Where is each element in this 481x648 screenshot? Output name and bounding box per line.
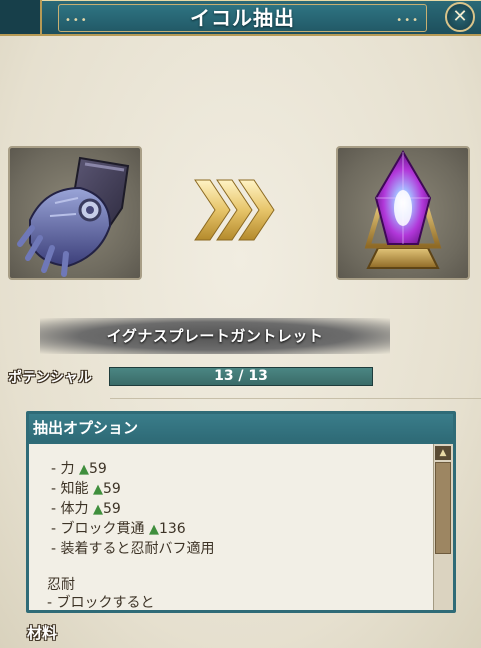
- option-line: - ブロック貫通 ▲136: [51, 521, 186, 537]
- option-line: - 知能 ▲59: [51, 481, 121, 497]
- potential-bar: 13 / 13: [109, 367, 373, 386]
- title-left-ornament: [0, 0, 42, 34]
- bonus-up-icon: ▲: [92, 482, 103, 497]
- gauntlet-icon: [17, 156, 130, 277]
- scroll-thumb[interactable]: [435, 462, 451, 554]
- close-icon: ✕: [452, 6, 468, 27]
- options-panel-header: 抽出オプション: [29, 414, 453, 442]
- potential-value: 13 / 13: [214, 368, 268, 384]
- target-item-slot[interactable]: [336, 146, 470, 280]
- options-scrollbar[interactable]: ▲: [433, 444, 453, 610]
- close-button[interactable]: ✕: [445, 2, 475, 32]
- title-right-dots: •••: [396, 15, 420, 26]
- bonus-up-icon: ▲: [148, 522, 159, 537]
- divider: [110, 398, 481, 399]
- item-name-ribbon: イグナスプレートガントレット: [40, 318, 390, 354]
- page-title: イコル抽出: [190, 6, 295, 30]
- icor-crystal-icon: [364, 150, 442, 269]
- option-line: - 体力 ▲59: [51, 501, 121, 517]
- options-panel: 抽出オプション - 力 ▲59 - 知能 ▲59 - 体力 ▲59 - ブロック…: [26, 411, 456, 613]
- item-name: イグナスプレートガントレット: [106, 327, 324, 345]
- options-list: - 力 ▲59 - 知能 ▲59 - 体力 ▲59 - ブロック貫通 ▲136 …: [29, 444, 433, 610]
- source-item-slot[interactable]: [8, 146, 142, 280]
- materials-label: 材料: [27, 624, 58, 642]
- bonus-up-icon: ▲: [78, 462, 89, 477]
- scroll-up-icon[interactable]: ▲: [435, 446, 451, 460]
- options-panel-title: 抽出オプション: [33, 419, 139, 437]
- potential-label: ポテンシャル: [8, 370, 92, 386]
- title-plate: ••• イコル抽出 •••: [58, 4, 427, 32]
- option-line: - 装着すると忍耐バフ適用: [51, 541, 215, 557]
- bonus-up-icon: ▲: [92, 502, 103, 517]
- option-section-title: 忍耐: [47, 577, 75, 593]
- title-bar: ••• イコル抽出 ••• ✕: [0, 0, 481, 36]
- triple-chevron-right-icon: [194, 179, 275, 241]
- option-line: - 力 ▲59: [51, 461, 107, 477]
- option-line: - ブロックすると: [47, 595, 155, 610]
